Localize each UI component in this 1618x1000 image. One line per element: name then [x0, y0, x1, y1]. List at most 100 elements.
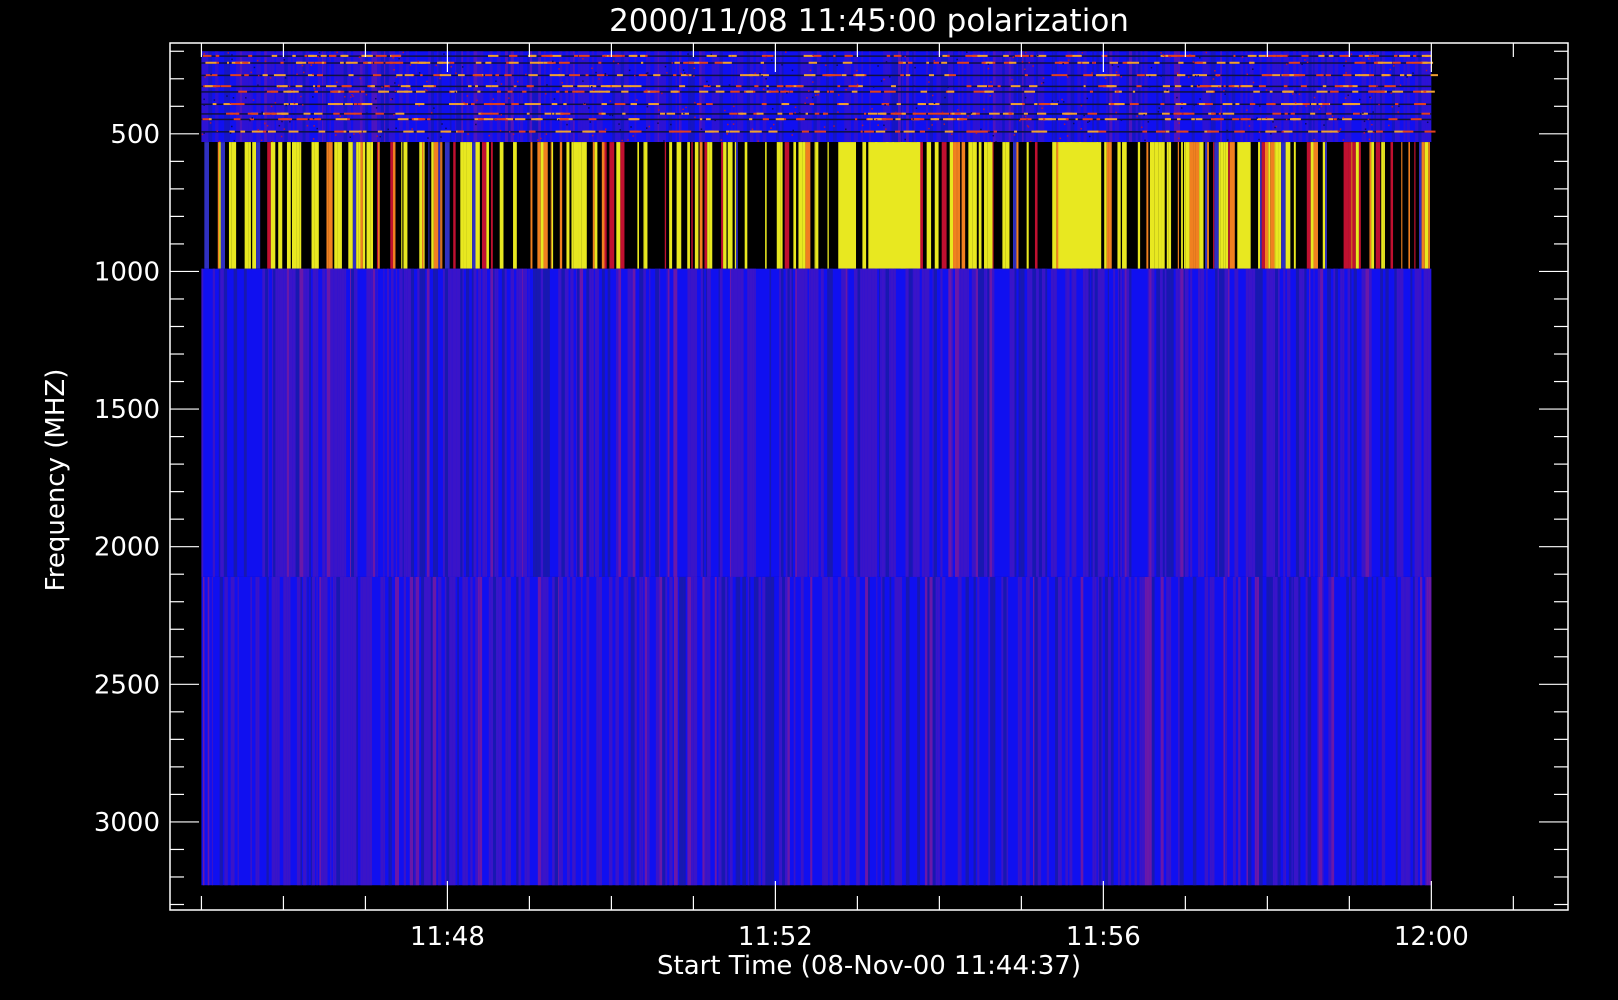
- band-speck: [762, 88, 765, 91]
- band-speck: [767, 88, 769, 90]
- band-stripe: [828, 268, 833, 577]
- band-speck: [288, 85, 291, 87]
- band-stripe: [558, 576, 560, 886]
- band-stripe: [1258, 268, 1263, 577]
- band-speck: [256, 59, 259, 62]
- band-speck: [293, 113, 295, 115]
- band-stripe: [356, 51, 360, 143]
- band-stripe: [303, 268, 307, 577]
- band-stripe: [1285, 142, 1291, 269]
- band-speck: [1150, 66, 1153, 69]
- band-stripe: [626, 576, 629, 886]
- band-stripe: [957, 51, 961, 143]
- band-speck: [1106, 85, 1117, 88]
- band-speck: [1193, 104, 1196, 106]
- band-speck: [621, 90, 629, 93]
- band-stripe: [1361, 268, 1366, 577]
- band-stripe: [312, 576, 315, 886]
- band-speck: [1024, 68, 1026, 71]
- band-stripe: [524, 576, 527, 886]
- band-stripe: [1228, 142, 1230, 269]
- band-stripe: [1092, 51, 1095, 143]
- band-speck: [574, 54, 579, 57]
- band-speck: [388, 86, 391, 88]
- band-speck: [393, 69, 395, 71]
- band-speck: [989, 95, 992, 97]
- band-speck: [1395, 103, 1399, 106]
- band-speck: [517, 80, 519, 83]
- band-stripe: [1108, 576, 1111, 886]
- band-speck: [1062, 62, 1064, 65]
- band-stripe: [540, 268, 544, 577]
- band-speck: [308, 61, 314, 64]
- band-speck: [1232, 118, 1240, 121]
- band-speck: [1424, 130, 1436, 133]
- band-stripe: [477, 576, 480, 886]
- band-speck: [951, 133, 953, 135]
- band-stripe: [1252, 268, 1256, 577]
- band-speck: [553, 98, 556, 100]
- band-stripe: [924, 268, 929, 577]
- band-speck: [699, 90, 709, 93]
- band-speck: [604, 128, 607, 130]
- band-stripe: [360, 576, 363, 886]
- band-speck: [1344, 97, 1347, 99]
- band-stripe: [507, 576, 511, 886]
- band-stripe: [517, 51, 519, 143]
- band-speck: [1088, 120, 1091, 122]
- band-speck: [761, 75, 763, 77]
- band-speck: [552, 60, 554, 63]
- band-speck: [1373, 131, 1375, 134]
- band-stripe: [1283, 51, 1286, 143]
- band-stripe: [787, 268, 790, 577]
- band-stripe: [620, 51, 625, 143]
- band-speck: [956, 58, 958, 61]
- band-speck: [405, 85, 410, 88]
- band-stripe: [1092, 268, 1095, 577]
- band-speck: [229, 132, 232, 134]
- band-stripe: [278, 142, 283, 269]
- band-speck: [418, 72, 421, 74]
- band-speck: [1294, 102, 1297, 104]
- band-speck: [395, 127, 397, 130]
- band-stripe: [1219, 268, 1223, 577]
- band-speck: [1301, 54, 1309, 57]
- band-stripe: [1260, 142, 1262, 269]
- band-speck: [699, 118, 703, 121]
- band-stripe: [415, 51, 417, 143]
- band-stripe: [1011, 268, 1015, 577]
- band-speck: [248, 118, 251, 121]
- band-stripe: [1401, 576, 1405, 886]
- band-stripe: [967, 268, 970, 577]
- band-stripe: [960, 268, 964, 577]
- band-speck: [353, 133, 355, 135]
- band-speck: [1330, 52, 1332, 54]
- band-speck: [335, 118, 348, 121]
- band-stripe: [1210, 51, 1214, 143]
- band-stripe: [1369, 142, 1372, 269]
- band-stripe: [958, 268, 961, 577]
- band-speck: [1339, 54, 1351, 57]
- band-speck: [1381, 74, 1390, 77]
- band-speck: [680, 74, 692, 77]
- band-speck: [1182, 113, 1184, 115]
- band-speck: [496, 90, 501, 93]
- band-speck: [663, 140, 665, 142]
- band-speck: [826, 90, 830, 93]
- band-speck: [409, 87, 411, 90]
- band-speck: [560, 112, 565, 115]
- band-stripe: [815, 268, 819, 577]
- band-speck: [398, 90, 409, 93]
- band-stripe: [911, 268, 913, 577]
- band-speck: [1251, 68, 1254, 70]
- band-stripe: [747, 576, 750, 886]
- band-stripe: [725, 576, 728, 886]
- band-stripe: [219, 576, 223, 886]
- band-speck: [435, 64, 437, 67]
- band-speck: [1406, 61, 1414, 64]
- band-speck: [492, 112, 499, 115]
- band-speck: [339, 115, 341, 117]
- band-stripe: [1199, 142, 1201, 269]
- band-speck: [1214, 70, 1216, 72]
- band-speck: [877, 65, 879, 67]
